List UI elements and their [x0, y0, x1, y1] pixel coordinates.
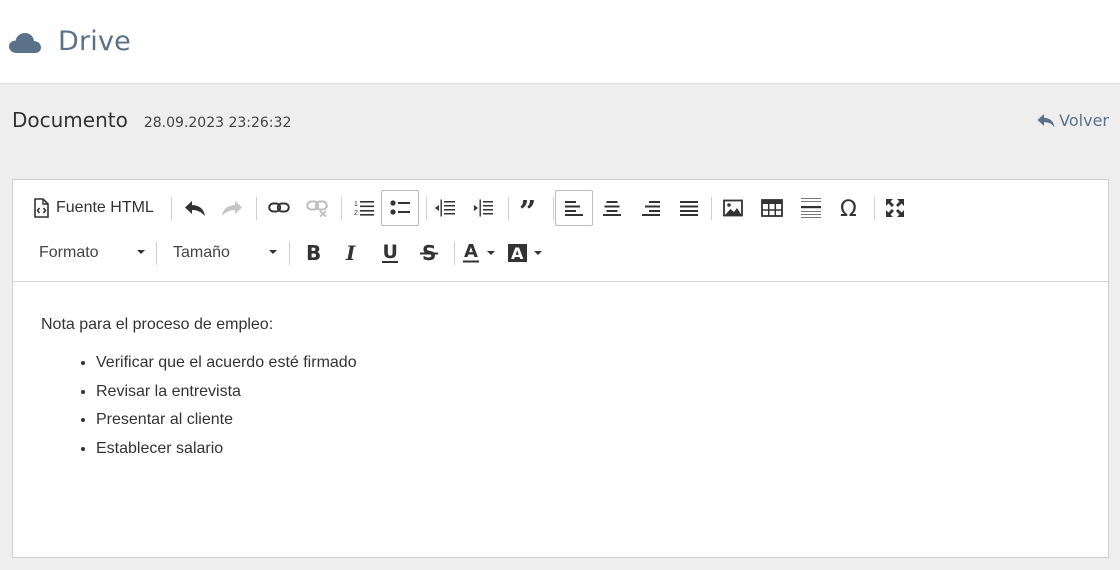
undo-icon — [185, 201, 205, 216]
main-area: Documento 28.09.2023 23:26:32 Volver Fue… — [0, 84, 1120, 570]
toolbar-separator — [454, 242, 455, 265]
intro-paragraph: Nota para el proceso de empleo: — [41, 316, 274, 333]
toolbar-separator — [156, 242, 157, 265]
align-right-button[interactable] — [637, 190, 665, 226]
outdent-icon — [435, 199, 455, 217]
cloud-icon — [9, 32, 41, 53]
italic-icon: I — [345, 243, 356, 263]
toolbar-separator — [341, 197, 342, 220]
back-label: Volver — [1059, 111, 1109, 130]
back-button[interactable]: Volver — [1037, 111, 1109, 130]
rich-text-editor: Fuente HTML 1 2 Ω Formato Tamaño B I U S… — [12, 179, 1109, 558]
maximize-button[interactable] — [881, 190, 909, 226]
toolbar-row-1: Fuente HTML 1 2 Ω — [13, 190, 1108, 226]
bulleted-list: Verificar que el acuerdo esté firmado Re… — [41, 349, 1080, 463]
horizontal-line-icon — [801, 198, 821, 218]
svg-text:B: B — [306, 243, 321, 263]
special-character-icon: Ω — [840, 198, 857, 218]
toolbar-separator — [256, 197, 257, 220]
toolbar-separator — [426, 197, 427, 220]
toolbar-separator — [171, 197, 172, 220]
html-source-label: Fuente HTML — [56, 199, 154, 216]
svg-text:U: U — [383, 242, 398, 263]
strikethrough-button[interactable]: S — [416, 235, 442, 271]
app-title: Drive — [58, 26, 131, 57]
numbered-list-icon: 1 2 — [354, 201, 374, 217]
align-justify-button[interactable] — [675, 190, 703, 226]
document-title: Documento — [12, 108, 128, 132]
outdent-button[interactable] — [431, 190, 459, 226]
document-date: 28.09.2023 23:26:32 — [143, 115, 292, 131]
bold-icon: B — [306, 243, 321, 263]
blockquote-icon: ” — [519, 200, 536, 216]
document-header: Documento 28.09.2023 23:26:32 Volver — [0, 84, 1120, 162]
horizontal-line-button[interactable] — [797, 190, 825, 226]
svg-text:A: A — [464, 242, 478, 262]
background-color-icon: A — [508, 244, 542, 263]
maximize-icon — [886, 199, 904, 217]
format-dropdown[interactable]: Formato — [39, 235, 145, 271]
indent-button[interactable] — [469, 190, 497, 226]
numbered-list-button[interactable]: 1 2 — [349, 190, 379, 226]
bulleted-list-icon — [390, 200, 410, 215]
indent-icon — [474, 199, 493, 217]
align-left-button[interactable] — [555, 190, 593, 226]
format-label: Formato — [39, 244, 99, 261]
toolbar-separator — [289, 242, 290, 265]
unlink-button[interactable] — [303, 190, 331, 226]
align-center-icon — [603, 201, 621, 216]
html-source-icon — [34, 198, 49, 218]
align-left-icon — [565, 201, 583, 216]
chevron-down-icon — [269, 250, 277, 254]
svg-text:2: 2 — [354, 210, 358, 217]
list-item: Revisar la entrevista — [96, 378, 1080, 407]
redo-button[interactable] — [218, 190, 246, 226]
underline-icon: U — [382, 242, 398, 263]
link-icon — [268, 202, 290, 213]
link-button[interactable] — [265, 190, 293, 226]
blockquote-button[interactable]: ” — [515, 190, 545, 226]
special-character-button[interactable]: Ω — [836, 190, 864, 226]
reply-arrow-icon — [1037, 113, 1055, 127]
chevron-down-icon — [137, 250, 145, 254]
svg-text:A: A — [511, 244, 524, 263]
editor-toolbar: Fuente HTML 1 2 Ω Formato Tamaño B I U S… — [13, 180, 1108, 282]
italic-button[interactable]: I — [339, 235, 365, 271]
html-source-button[interactable]: Fuente HTML — [33, 190, 163, 226]
strikethrough-icon: S — [420, 243, 438, 263]
size-dropdown[interactable]: Tamaño — [173, 235, 277, 271]
list-item: Establecer salario — [96, 435, 1080, 464]
list-item: Verificar que el acuerdo esté firmado — [96, 349, 1080, 378]
svg-text:I: I — [345, 243, 356, 263]
table-icon — [761, 199, 783, 217]
bold-button[interactable]: B — [300, 235, 326, 271]
text-color-icon: A — [463, 242, 495, 263]
table-button[interactable] — [758, 190, 786, 226]
bulleted-list-button[interactable] — [381, 190, 419, 226]
toolbar-row-2: Formato Tamaño B I U S A A — [13, 235, 1108, 271]
editor-content[interactable]: Nota para el proceso de empleo: Verifica… — [13, 282, 1108, 497]
image-icon — [723, 199, 743, 217]
svg-text:Ω: Ω — [840, 198, 857, 218]
toolbar-separator — [711, 197, 712, 220]
image-button[interactable] — [719, 190, 747, 226]
size-label: Tamaño — [173, 244, 230, 261]
toolbar-separator — [553, 197, 554, 220]
align-center-button[interactable] — [598, 190, 626, 226]
app-header: Drive — [0, 0, 1120, 84]
background-color-button[interactable]: A — [507, 235, 545, 271]
align-right-icon — [642, 201, 660, 216]
list-item: Presentar al cliente — [96, 406, 1080, 435]
redo-icon — [222, 201, 242, 216]
align-justify-icon — [680, 201, 698, 216]
svg-text:”: ” — [519, 200, 536, 216]
toolbar-separator — [508, 197, 509, 220]
unlink-icon — [306, 200, 328, 217]
underline-button[interactable]: U — [377, 235, 403, 271]
toolbar-separator — [874, 197, 875, 220]
text-color-button[interactable]: A — [462, 235, 498, 271]
svg-text:1: 1 — [354, 201, 358, 208]
undo-button[interactable] — [181, 190, 209, 226]
